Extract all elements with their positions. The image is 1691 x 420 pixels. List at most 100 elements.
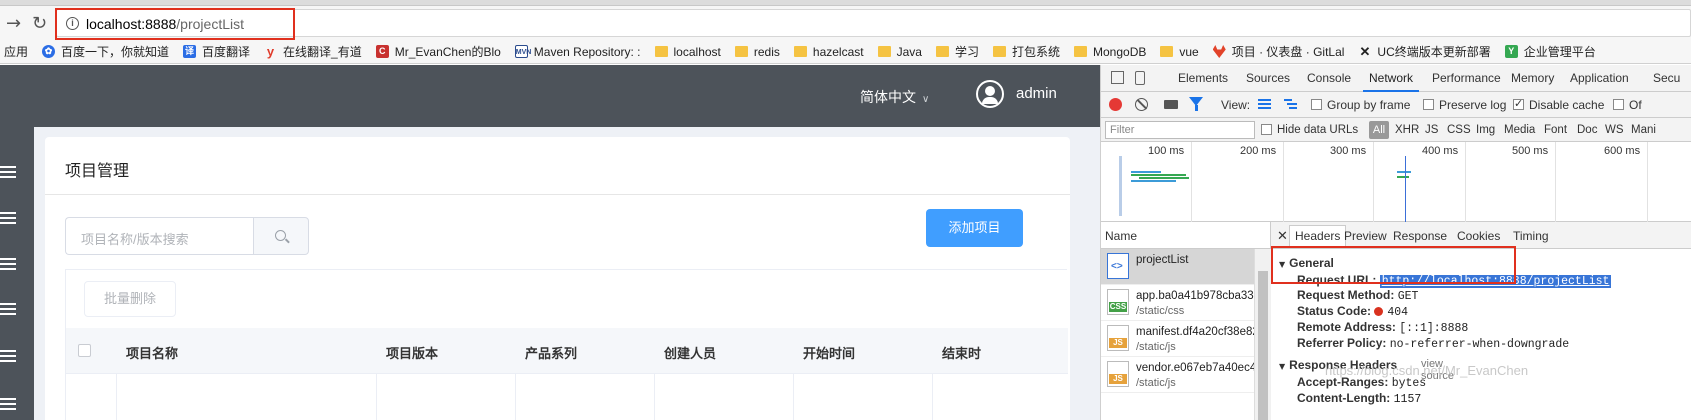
request-row[interactable]: JS vendor.e067eb7a40ec40 /static/js: [1101, 357, 1271, 393]
tab-response[interactable]: Response: [1393, 229, 1447, 243]
column-header[interactable]: 项目名称: [126, 343, 178, 362]
bookmark-apps[interactable]: 应用: [4, 43, 28, 60]
column-header[interactable]: 产品系列: [525, 343, 577, 362]
url-omnibox[interactable]: i localhost:8888/projectList: [56, 9, 1691, 37]
js-tag: JS: [1109, 338, 1127, 348]
bookmark-hazelcast[interactable]: hazelcast: [793, 45, 864, 59]
filter-css[interactable]: CSS: [1447, 124, 1471, 136]
sidebar-item-3[interactable]: [0, 255, 16, 273]
bookmark-enterprise[interactable]: Y 企业管理平台: [1504, 43, 1596, 60]
tab-timing[interactable]: Timing: [1513, 229, 1549, 243]
tab-network[interactable]: Network: [1362, 71, 1420, 92]
request-row[interactable]: CSS app.ba0a41b978cba33b /static/css: [1101, 285, 1271, 321]
filter-doc[interactable]: Doc: [1577, 124, 1597, 136]
hide-data-urls-checkbox[interactable]: [1261, 124, 1272, 135]
search-button[interactable]: [253, 217, 309, 255]
reload-icon[interactable]: ↻: [32, 15, 47, 33]
tab-security[interactable]: Secu: [1653, 71, 1680, 85]
bookmark-csdn[interactable]: C Mr_EvanChen的Blo: [375, 43, 501, 60]
tab-preview[interactable]: Preview: [1344, 229, 1387, 243]
tab-headers[interactable]: Headers: [1289, 225, 1347, 247]
search-icon: [275, 230, 286, 241]
waterfall-view-icon[interactable]: [1284, 99, 1297, 110]
inspect-icon[interactable]: [1111, 71, 1124, 84]
tab-sources[interactable]: Sources: [1246, 71, 1290, 85]
filter-media[interactable]: Media: [1504, 124, 1535, 136]
bookmark-fanyi[interactable]: 译百度翻译: [183, 43, 250, 60]
bookmark-youdao[interactable]: y 在线翻译_有道: [264, 43, 362, 60]
search-input[interactable]: 项目名称/版本搜索: [65, 217, 254, 255]
sidebar-item-4[interactable]: [0, 300, 16, 318]
list-view-icon[interactable]: [1258, 99, 1271, 110]
request-row[interactable]: JS manifest.df4a20cf38e82 /static/js: [1101, 321, 1271, 357]
bookmark-localhost[interactable]: localhost: [654, 45, 721, 59]
close-icon[interactable]: ✕: [1277, 228, 1288, 244]
name-column-header[interactable]: Name: [1101, 222, 1271, 249]
sidebar: [0, 127, 34, 420]
column-header[interactable]: 结束时: [942, 343, 981, 362]
filter-input[interactable]: Filter: [1105, 121, 1255, 139]
username[interactable]: admin: [1016, 85, 1057, 102]
sidebar-item-5[interactable]: [0, 347, 16, 365]
timeline-gridline: [1373, 142, 1374, 222]
avatar[interactable]: [976, 80, 1004, 108]
timeline-request-bar: [1131, 174, 1186, 176]
language-select[interactable]: 简体中文 ∨: [860, 87, 929, 107]
bookmark-vue[interactable]: vue: [1160, 45, 1199, 59]
bookmark-baidu[interactable]: ✿ 百度一下，你就知道: [42, 43, 169, 60]
tab-application[interactable]: Application: [1570, 71, 1629, 85]
request-method-key: Request Method:: [1297, 288, 1395, 302]
preserve-log-checkbox[interactable]: [1423, 99, 1434, 110]
tab-performance[interactable]: Performance: [1432, 71, 1501, 85]
tab-cookies[interactable]: Cookies: [1457, 229, 1500, 243]
forward-arrow-icon[interactable]: →: [6, 15, 21, 33]
bookmark-mongodb[interactable]: MongoDB: [1074, 45, 1146, 59]
sidebar-item-1[interactable]: [0, 163, 16, 181]
column-header[interactable]: 项目版本: [386, 343, 438, 362]
mvn-icon: MVN: [514, 45, 531, 58]
filter-all[interactable]: All: [1369, 121, 1389, 139]
tab-elements[interactable]: Elements: [1178, 71, 1228, 85]
record-icon[interactable]: [1109, 98, 1122, 111]
bookmark-maven[interactable]: MVN Maven Repository: :: [514, 45, 641, 59]
status-code-value: 404: [1387, 306, 1409, 319]
camera-icon[interactable]: [1164, 100, 1178, 109]
device-toolbar-icon[interactable]: [1135, 71, 1145, 85]
tab-memory[interactable]: Memory: [1511, 71, 1554, 85]
clear-icon[interactable]: [1135, 98, 1148, 111]
bookmark-packaging[interactable]: 打包系统: [992, 43, 1060, 60]
column-header[interactable]: 创建人员: [664, 343, 716, 362]
filter-manifest[interactable]: Mani: [1631, 124, 1656, 136]
offline-checkbox[interactable]: [1613, 99, 1624, 110]
request-row[interactable]: <> projectList: [1101, 249, 1271, 285]
sidebar-item-2[interactable]: [0, 209, 16, 227]
group-by-frame-checkbox[interactable]: [1311, 99, 1322, 110]
bookmark-java[interactable]: Java: [877, 45, 922, 59]
request-list-scrollbar[interactable]: [1254, 249, 1271, 420]
filter-icon[interactable]: [1189, 97, 1203, 111]
sidebar-item-6[interactable]: [0, 395, 16, 413]
column-divider: [116, 374, 117, 420]
disable-cache-checkbox[interactable]: [1513, 97, 1524, 110]
timeline-scrollbar[interactable]: [1119, 156, 1122, 216]
timeline-tick: 600 ms: [1604, 145, 1641, 157]
bookmark-gitlab[interactable]: 项目 · 仪表盘 · GitLal: [1212, 43, 1344, 60]
filter-js[interactable]: JS: [1425, 124, 1438, 136]
bookmark-study[interactable]: 学习: [935, 43, 979, 60]
scroll-thumb[interactable]: [1258, 271, 1268, 420]
filter-font[interactable]: Font: [1544, 124, 1567, 136]
folder-icon: [935, 46, 949, 57]
column-divider: [515, 374, 516, 420]
filter-img[interactable]: Img: [1476, 124, 1495, 136]
filter-ws[interactable]: WS: [1605, 124, 1624, 136]
column-header[interactable]: 开始时间: [803, 343, 855, 362]
tab-console[interactable]: Console: [1307, 71, 1351, 85]
bookmark-redis[interactable]: redis: [734, 45, 780, 59]
watermark: https://blog.csdn.net/Mr_EvanChen: [1325, 363, 1529, 378]
select-all-checkbox[interactable]: [78, 344, 91, 357]
request-url-annotation-box: [1271, 246, 1516, 284]
batch-delete-button[interactable]: 批量删除: [84, 281, 176, 317]
filter-xhr[interactable]: XHR: [1395, 124, 1419, 136]
bookmark-uc[interactable]: ✕ UC终端版本更新部署: [1358, 43, 1490, 60]
add-project-button[interactable]: 添加项目: [926, 209, 1023, 247]
